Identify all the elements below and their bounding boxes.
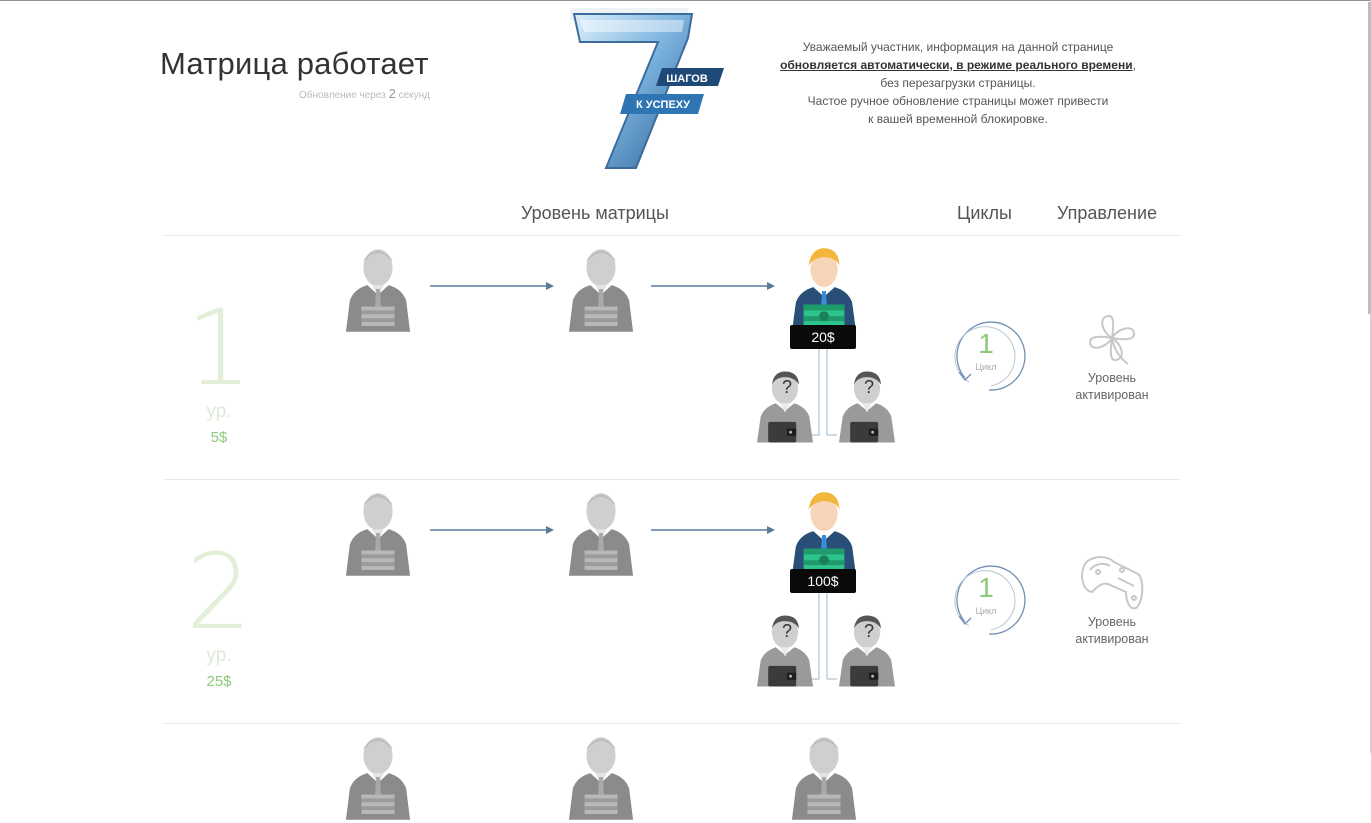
status-line1: Уровень <box>1087 615 1137 629</box>
arrow-right-icon <box>430 526 554 534</box>
column-header-manage: Управление <box>1057 203 1158 223</box>
current-user-person-icon <box>790 245 858 335</box>
level-number: 2 <box>185 531 253 653</box>
column-header-cycles: Циклы <box>957 203 1012 223</box>
level-price: 25$ <box>206 673 232 690</box>
empty-referral-slot-icon: ? <box>839 367 895 447</box>
matrix-slot-filled-person <box>344 489 412 579</box>
empty-referral-slot-icon: ? <box>839 611 895 691</box>
horseshoe-icon <box>1081 556 1144 610</box>
notice-line4: к вашей временной блокировке. <box>868 112 1048 126</box>
matrix-slot-filled-person <box>344 733 412 823</box>
payout-badge: 100$ <box>790 569 856 593</box>
cycle-count: 1 <box>978 328 994 359</box>
cycle-label: Цикл <box>975 362 997 372</box>
status-line2: активирован <box>1075 388 1149 402</box>
update-suffix: секунд <box>398 90 430 101</box>
level-price: 5$ <box>210 429 228 446</box>
svg-text:?: ? <box>864 377 874 397</box>
payout-badge: 20$ <box>790 325 856 349</box>
arrow-right-icon <box>651 282 775 290</box>
notice-line3: Частое ручное обновление страницы может … <box>807 94 1109 108</box>
arrow-right-icon <box>651 526 775 534</box>
svg-text:?: ? <box>782 621 792 641</box>
seven-steps-logo: ШАГОВ К УСПЕХУ <box>570 8 724 169</box>
notice-part1: Уважаемый участник, информация на данной… <box>802 40 1114 54</box>
empty-referral-slot-icon: ? <box>757 367 813 447</box>
divider <box>164 235 1180 236</box>
level-status: Уровень активирован <box>1057 614 1167 648</box>
arrow-right-icon <box>430 282 554 290</box>
column-header-matrix: Уровень матрицы <box>521 203 669 223</box>
page-title: Матрица работает <box>160 46 429 81</box>
update-prefix: Обновление через <box>299 90 386 101</box>
level-status: Уровень активирован <box>1057 370 1167 404</box>
top-border <box>0 0 1371 1</box>
auto-update-notice: Уважаемый участник, информация на данной… <box>780 38 1136 128</box>
matrix-slot-filled-person <box>567 489 635 579</box>
matrix-slot-filled-person <box>567 245 635 335</box>
level-ur-label: ур. <box>206 645 232 666</box>
cycle-label: Цикл <box>975 606 997 616</box>
logo-line1: ШАГОВ <box>666 73 708 85</box>
divider <box>164 723 1180 724</box>
status-line2: активирован <box>1075 632 1149 646</box>
cycle-count: 1 <box>978 572 994 603</box>
matrix-slot-filled-person <box>567 733 635 823</box>
level-number: 1 <box>185 287 253 409</box>
empty-referral-slot-icon: ? <box>757 611 813 691</box>
status-line1: Уровень <box>1087 371 1137 385</box>
logo-line2: К УСПЕХУ <box>636 99 690 111</box>
notice-link: обновляется автоматически, в режиме реал… <box>780 58 1133 72</box>
level-ur-label: ур. <box>206 401 232 422</box>
svg-text:?: ? <box>864 621 874 641</box>
matrix-slot-filled-person <box>790 733 858 823</box>
update-seconds: 2 <box>388 86 396 101</box>
clover-icon <box>1088 314 1136 365</box>
update-countdown: Обновление через 2 секунд <box>240 86 430 101</box>
current-user-person-icon <box>790 489 858 579</box>
divider <box>164 479 1180 480</box>
matrix-slot-filled-person <box>344 245 412 335</box>
svg-text:?: ? <box>782 377 792 397</box>
